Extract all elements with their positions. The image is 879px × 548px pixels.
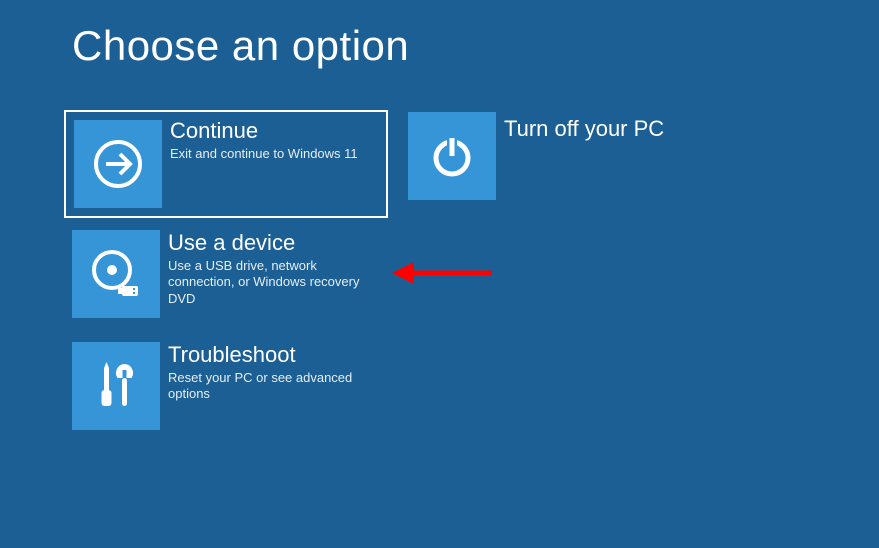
continue-description: Exit and continue to Windows 11 [170, 146, 358, 162]
turnoff-title: Turn off your PC [504, 116, 664, 142]
arrow-right-icon [74, 120, 162, 208]
troubleshoot-description: Reset your PC or see advanced options [168, 370, 368, 403]
use-a-device-description: Use a USB drive, network connection, or … [168, 258, 368, 307]
page-title: Choose an option [72, 22, 409, 70]
use-a-device-tile[interactable]: Use a device Use a USB drive, network co… [72, 230, 392, 334]
turnoff-tile[interactable]: Turn off your PC [408, 112, 728, 216]
continue-title: Continue [170, 118, 258, 144]
use-a-device-title: Use a device [168, 230, 295, 256]
troubleshoot-tile[interactable]: Troubleshoot Reset your PC or see advanc… [72, 342, 392, 446]
power-icon [408, 112, 496, 200]
troubleshoot-title: Troubleshoot [168, 342, 296, 368]
tools-icon [72, 342, 160, 430]
disc-usb-icon [72, 230, 160, 318]
continue-tile[interactable]: Continue Exit and continue to Windows 11 [64, 110, 388, 218]
red-arrow-annotation [392, 258, 492, 288]
